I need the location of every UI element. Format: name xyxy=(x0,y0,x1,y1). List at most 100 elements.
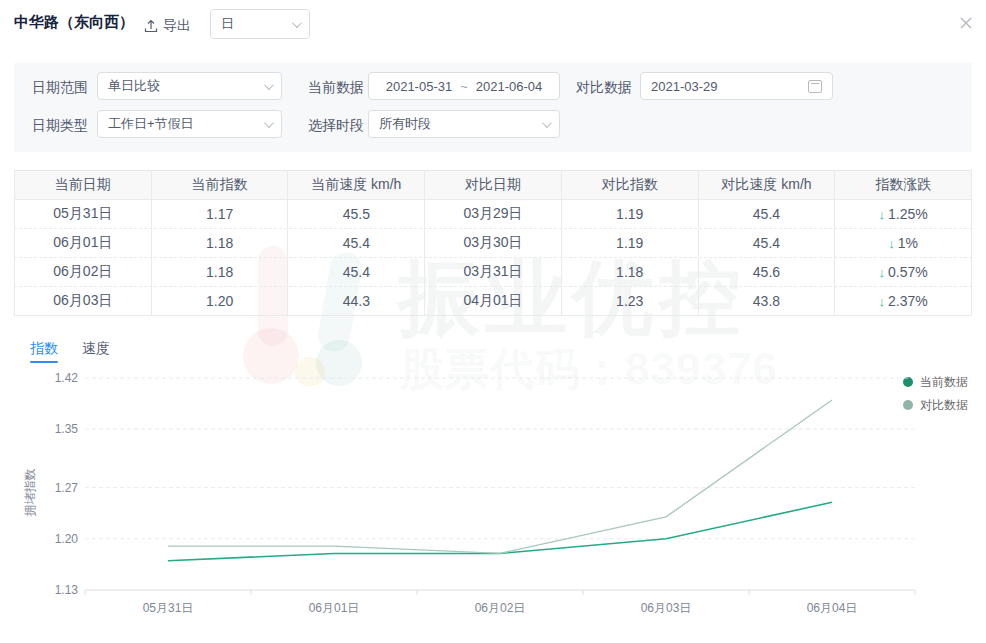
table-cell-change: ↓2.37% xyxy=(835,287,971,315)
table-cell: 03月31日 xyxy=(425,258,562,286)
down-arrow-icon: ↓ xyxy=(879,207,886,222)
period-select[interactable]: 日 xyxy=(210,9,310,39)
legend-dot-icon xyxy=(903,377,913,387)
table-header-cell: 当前指数 xyxy=(152,171,289,199)
date-range-select[interactable]: 单日比较 xyxy=(97,72,282,100)
table-row[interactable]: 06月03日1.2044.304月01日1.2343.8↓2.37% xyxy=(14,287,972,316)
current-date-range-input[interactable]: 2021-05-31 ~ 2021-06-04 xyxy=(368,72,560,100)
table-header-row: 当前日期当前指数当前速度 km/h对比日期对比指数对比速度 km/h指数涨跌 xyxy=(14,170,972,200)
legend-label: 当前数据 xyxy=(920,374,968,391)
compare-date-input[interactable]: 2021-03-29 xyxy=(640,72,833,100)
export-label: 导出 xyxy=(163,17,191,35)
table-cell: 04月01日 xyxy=(425,287,562,315)
date-range-value: 单日比较 xyxy=(108,77,160,95)
time-period-value: 所有时段 xyxy=(379,115,431,133)
table-cell: 06月03日 xyxy=(15,287,152,315)
watermark-stock-code: 股票代码：839376 xyxy=(400,340,778,399)
watermark-logo-circle-red xyxy=(243,328,299,384)
page-title: 中华路（东向西） xyxy=(14,13,134,32)
export-button[interactable]: 导出 xyxy=(144,17,191,35)
watermark-logo-circle-teal xyxy=(316,340,362,386)
table-cell: 1.18 xyxy=(152,258,289,286)
table-row[interactable]: 06月02日1.1845.403月31日1.1845.6↓0.57% xyxy=(14,258,972,287)
x-axis-label: 05月31日 xyxy=(123,600,213,617)
period-select-value: 日 xyxy=(221,15,234,33)
change-percent: 1% xyxy=(898,235,918,251)
table-cell: 06月01日 xyxy=(15,229,152,257)
table-header-cell: 当前速度 km/h xyxy=(288,171,425,199)
y-axis-label: 1.35 xyxy=(30,422,78,436)
table-cell: 1.18 xyxy=(152,229,289,257)
table-cell: 1.20 xyxy=(152,287,289,315)
table-header-cell: 对比指数 xyxy=(562,171,699,199)
table-cell: 45.6 xyxy=(699,258,836,286)
table-header-cell: 当前日期 xyxy=(15,171,152,199)
current-end-date: 2021-06-04 xyxy=(476,79,543,94)
close-button[interactable] xyxy=(958,15,974,31)
chevron-down-icon xyxy=(264,118,274,128)
compare-date-value: 2021-03-29 xyxy=(651,79,718,94)
table-cell: 1.18 xyxy=(562,258,699,286)
x-axis-label: 06月04日 xyxy=(787,600,877,617)
y-axis-label: 1.20 xyxy=(30,532,78,546)
change-percent: 0.57% xyxy=(888,264,928,280)
close-icon xyxy=(958,15,974,31)
table-cell: 1.19 xyxy=(562,229,699,257)
upload-icon xyxy=(144,19,158,33)
x-axis-label: 06月02日 xyxy=(455,600,545,617)
table-cell: 06月02日 xyxy=(15,258,152,286)
table-row[interactable]: 06月01日1.1845.403月30日1.1945.4↓1% xyxy=(14,229,972,258)
table-cell: 45.4 xyxy=(288,258,425,286)
date-range-label: 日期范围 xyxy=(32,79,88,97)
time-period-select[interactable]: 所有时段 xyxy=(368,110,560,138)
series-line-compare xyxy=(168,400,832,554)
legend-dot-icon xyxy=(903,400,913,410)
table-body: 05月31日1.1745.503月29日1.1945.4↓1.25%06月01日… xyxy=(14,200,972,316)
active-tab-underline xyxy=(30,361,58,363)
table-header-cell: 指数涨跌 xyxy=(835,171,971,199)
table-cell-change: ↓1.25% xyxy=(835,200,971,228)
down-arrow-icon: ↓ xyxy=(888,236,895,251)
y-axis-label: 1.42 xyxy=(30,371,78,385)
legend-item[interactable]: 当前数据 xyxy=(903,372,968,392)
current-data-label: 当前数据 xyxy=(308,79,364,97)
date-type-value: 工作日+节假日 xyxy=(108,115,194,133)
table-cell-change: ↓0.57% xyxy=(835,258,971,286)
table-cell: 45.4 xyxy=(288,229,425,257)
chart-legend: 当前数据对比数据 xyxy=(903,372,968,418)
table-cell: 45.5 xyxy=(288,200,425,228)
legend-item[interactable]: 对比数据 xyxy=(903,395,968,415)
chevron-down-icon xyxy=(264,80,274,90)
table-cell: 03月30日 xyxy=(425,229,562,257)
time-period-label: 选择时段 xyxy=(308,117,364,135)
chevron-down-icon xyxy=(542,118,552,128)
x-axis-label: 06月03日 xyxy=(621,600,711,617)
table-cell: 44.3 xyxy=(288,287,425,315)
range-separator: ~ xyxy=(460,79,468,94)
change-percent: 1.25% xyxy=(888,206,928,222)
calendar-icon xyxy=(808,80,822,93)
table-cell: 45.4 xyxy=(699,200,836,228)
tab-speed[interactable]: 速度 xyxy=(82,340,110,358)
table-cell: 45.4 xyxy=(699,229,836,257)
y-axis-label: 1.27 xyxy=(30,481,78,495)
table-row[interactable]: 05月31日1.1745.503月29日1.1945.4↓1.25% xyxy=(14,200,972,229)
tab-index[interactable]: 指数 xyxy=(30,340,58,358)
x-axis-label: 06月01日 xyxy=(289,600,379,617)
comparison-table: 当前日期当前指数当前速度 km/h对比日期对比指数对比速度 km/h指数涨跌 0… xyxy=(14,170,972,316)
table-cell: 1.19 xyxy=(562,200,699,228)
table-cell: 1.17 xyxy=(152,200,289,228)
compare-data-label: 对比数据 xyxy=(576,79,632,97)
table-cell: 03月29日 xyxy=(425,200,562,228)
series-line-current xyxy=(168,502,832,560)
change-percent: 2.37% xyxy=(888,293,928,309)
table-header-cell: 对比速度 km/h xyxy=(699,171,836,199)
date-type-select[interactable]: 工作日+节假日 xyxy=(97,110,282,138)
legend-label: 对比数据 xyxy=(920,397,968,414)
current-start-date: 2021-05-31 xyxy=(386,79,453,94)
y-axis-label: 1.13 xyxy=(30,583,78,597)
chevron-down-icon xyxy=(292,18,302,28)
table-cell: 1.23 xyxy=(562,287,699,315)
down-arrow-icon: ↓ xyxy=(879,265,886,280)
date-type-label: 日期类型 xyxy=(32,117,88,135)
